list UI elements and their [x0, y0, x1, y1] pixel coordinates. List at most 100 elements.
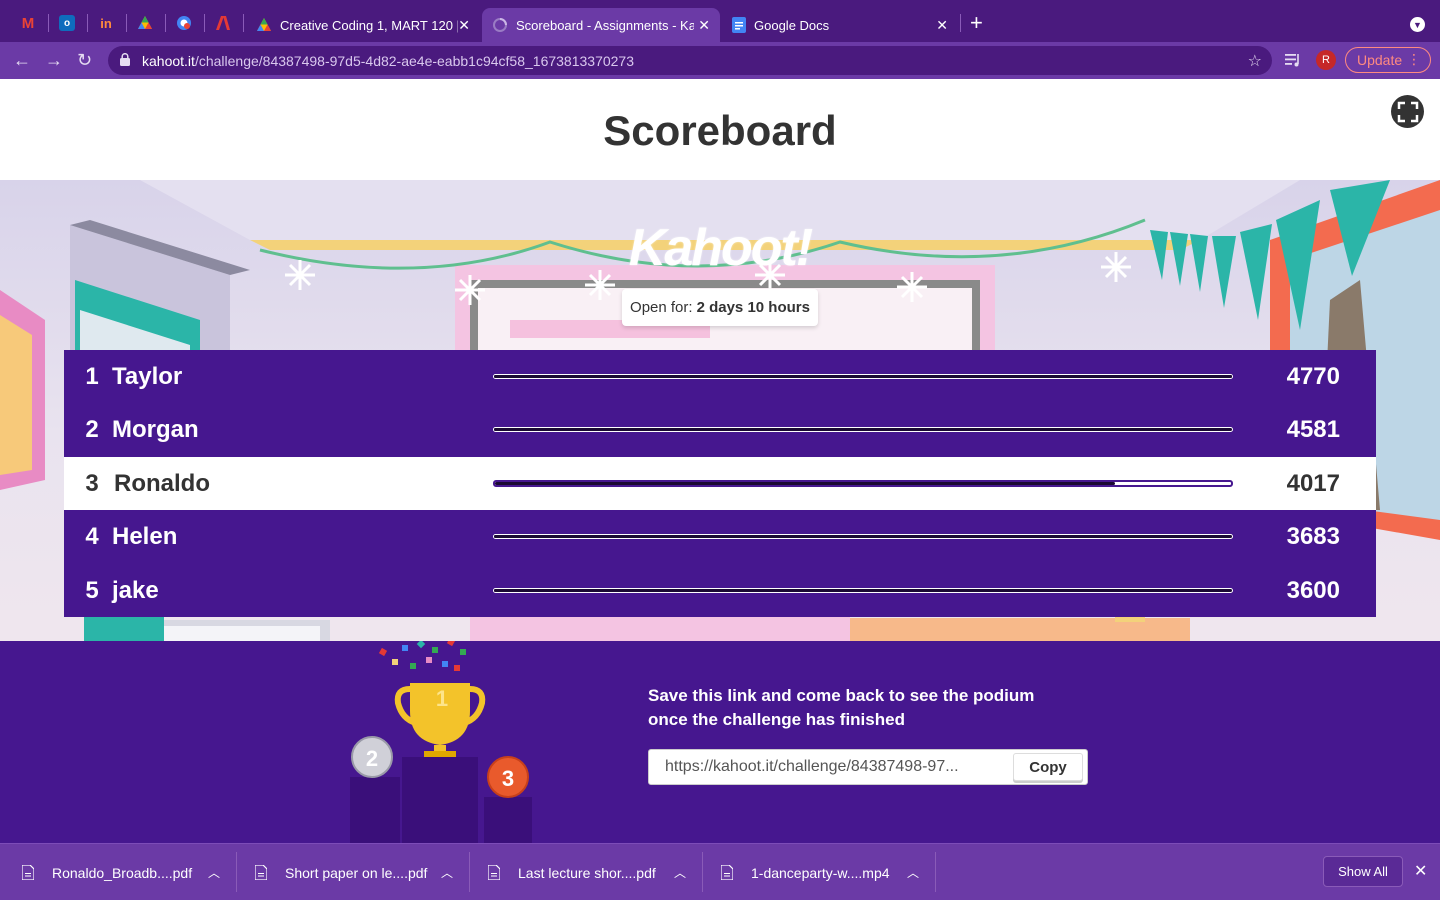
- download-item[interactable]: Short paper on le....pdf ︿: [255, 844, 453, 901]
- update-button[interactable]: Update ⋮: [1345, 47, 1431, 73]
- tab-search-chevron-icon[interactable]: ▼: [1410, 17, 1425, 32]
- open-for-label: Open for:: [630, 299, 693, 316]
- player-name: Taylor: [112, 363, 183, 390]
- gmail-icon: M: [21, 14, 35, 32]
- podium-first-place: 1: [435, 686, 449, 711]
- download-filename: Last lecture shor....pdf: [518, 864, 656, 881]
- close-icon[interactable]: ✕: [1414, 861, 1427, 881]
- close-tab-icon[interactable]: ✕: [698, 17, 710, 34]
- file-icon: [488, 865, 500, 880]
- tab-google-docs[interactable]: Google Docs ✕: [722, 8, 958, 42]
- download-divider: [469, 852, 470, 892]
- pinned-tab-gmail[interactable]: M: [10, 8, 46, 38]
- address-bar[interactable]: kahoot.it/challenge/84387498-97d5-4d82-a…: [108, 46, 1272, 75]
- player-name: jake: [112, 576, 159, 604]
- close-tab-icon[interactable]: ✕: [458, 17, 470, 34]
- browser-toolbar: ← → ↻ kahoot.it/challenge/84387498-97d5-…: [0, 42, 1440, 79]
- chevron-up-icon[interactable]: ︿: [674, 864, 686, 881]
- fullscreen-button[interactable]: [1391, 95, 1424, 128]
- podium-third-place: 3: [501, 766, 515, 791]
- tab-divider: [243, 14, 244, 32]
- lock-icon: [120, 53, 130, 66]
- save-link-instructions: Save this link and come back to see the …: [648, 684, 1088, 732]
- download-item[interactable]: Ronaldo_Broadb....pdf ︿: [22, 844, 220, 901]
- pinned-tab-invision[interactable]: in: [88, 8, 124, 38]
- new-tab-button[interactable]: +: [970, 12, 983, 34]
- score-bar: [493, 374, 1233, 379]
- reload-icon[interactable]: ↻: [77, 50, 92, 70]
- open-for-badge: Open for: 2 days 10 hours: [622, 289, 818, 326]
- tab-scoreboard[interactable]: Scoreboard - Assignments - Ka ✕: [482, 8, 720, 42]
- share-link-text[interactable]: https://kahoot.it/challenge/84387498-97.…: [665, 750, 1005, 784]
- download-filename: Ronaldo_Broadb....pdf: [52, 864, 193, 881]
- fullscreen-icon: [1397, 101, 1418, 122]
- chevron-up-icon[interactable]: ︿: [441, 864, 453, 881]
- forward-arrow-icon[interactable]: →: [45, 50, 63, 70]
- outlook-icon: o: [59, 15, 75, 31]
- scoreboard-row-current-player: 3 Ronaldo 4017: [64, 456, 1376, 511]
- player-rank: 5: [85, 576, 99, 604]
- invision-icon: in: [100, 15, 112, 31]
- download-filename: Short paper on le....pdf: [285, 864, 428, 881]
- url-path: /challenge/84387498-97d5-4d82-ae4e-eabb1…: [194, 53, 634, 69]
- drive-icon: [138, 16, 152, 29]
- score-bar-fill: [494, 535, 1064, 539]
- download-item[interactable]: 1-danceparty-w....mp4 ︿: [721, 844, 919, 901]
- tab-creative-coding[interactable]: Creative Coding 1, MART 120 | ✕: [246, 8, 480, 42]
- score-bar-fill: [495, 481, 1115, 485]
- page-title: Scoreboard: [603, 107, 837, 154]
- podium-second-place: 2: [365, 746, 379, 771]
- scoreboard-row: 5 jake 3600: [64, 563, 1376, 617]
- player-score: 4581: [1286, 416, 1340, 444]
- download-item[interactable]: Last lecture shor....pdf ︿: [488, 844, 686, 901]
- media-control-icon[interactable]: [1284, 51, 1302, 69]
- score-bar-fill: [494, 375, 1232, 378]
- loading-spinner-icon: [493, 18, 507, 32]
- file-icon: [721, 865, 733, 880]
- profile-avatar[interactable]: R: [1316, 50, 1336, 70]
- close-tab-icon[interactable]: ✕: [936, 17, 948, 34]
- bookmark-star-icon[interactable]: ☆: [1248, 51, 1262, 71]
- pinned-tab-outlook[interactable]: o: [49, 8, 85, 38]
- google-docs-icon: [732, 17, 746, 33]
- player-score: 4017: [1286, 469, 1340, 497]
- podium-illustration: [350, 641, 532, 843]
- player-score: 3683: [1286, 523, 1340, 551]
- browser-tab-strip: M o in Creative Coding 1, MART 120 | ✕ S…: [0, 0, 1440, 42]
- score-bar-fill: [494, 428, 1203, 432]
- copy-link-button[interactable]: Copy: [1013, 753, 1083, 781]
- player-rank: 1: [85, 363, 99, 390]
- share-link-field[interactable]: https://kahoot.it/challenge/84387498-97.…: [648, 749, 1088, 785]
- scoreboard-row: 2 Morgan 4581: [64, 403, 1376, 457]
- url-domain: kahoot.it: [142, 53, 195, 69]
- file-icon: [255, 865, 267, 880]
- download-shelf: Ronaldo_Broadb....pdf ︿ Short paper on l…: [0, 843, 1440, 900]
- player-name: Morgan: [112, 416, 199, 444]
- tab-title: Google Docs: [754, 17, 830, 33]
- update-label: Update: [1357, 52, 1403, 68]
- score-bar: [493, 587, 1233, 593]
- chevron-up-icon[interactable]: ︿: [208, 864, 220, 881]
- player-score: 4770: [1286, 363, 1340, 390]
- pinned-tab-drive[interactable]: [127, 8, 163, 38]
- url-text: kahoot.it/challenge/84387498-97d5-4d82-a…: [142, 53, 634, 69]
- show-all-downloads-button[interactable]: Show All: [1323, 856, 1403, 887]
- save-link-line-2: once the challenge has finished: [648, 710, 905, 729]
- pinned-tab-adobe[interactable]: [205, 8, 241, 38]
- kahoot-logo: Kahoot!: [628, 219, 813, 277]
- download-divider: [236, 852, 237, 892]
- player-name: Helen: [112, 523, 178, 551]
- chevron-up-icon[interactable]: ︿: [907, 864, 919, 881]
- player-rank: 3: [85, 469, 99, 497]
- download-divider: [702, 852, 703, 892]
- tab-title: Scoreboard - Assignments - Ka: [516, 17, 694, 33]
- score-bar: [493, 479, 1233, 487]
- adobe-icon: [216, 16, 230, 30]
- pinned-tab-google[interactable]: [166, 8, 202, 38]
- back-arrow-icon[interactable]: ←: [13, 50, 31, 70]
- scoreboard-row: 1 Taylor 4770: [64, 350, 1376, 404]
- player-name: Ronaldo: [114, 469, 210, 497]
- tab-divider: [960, 14, 961, 32]
- file-icon: [22, 865, 34, 880]
- download-filename: 1-danceparty-w....mp4: [751, 864, 890, 881]
